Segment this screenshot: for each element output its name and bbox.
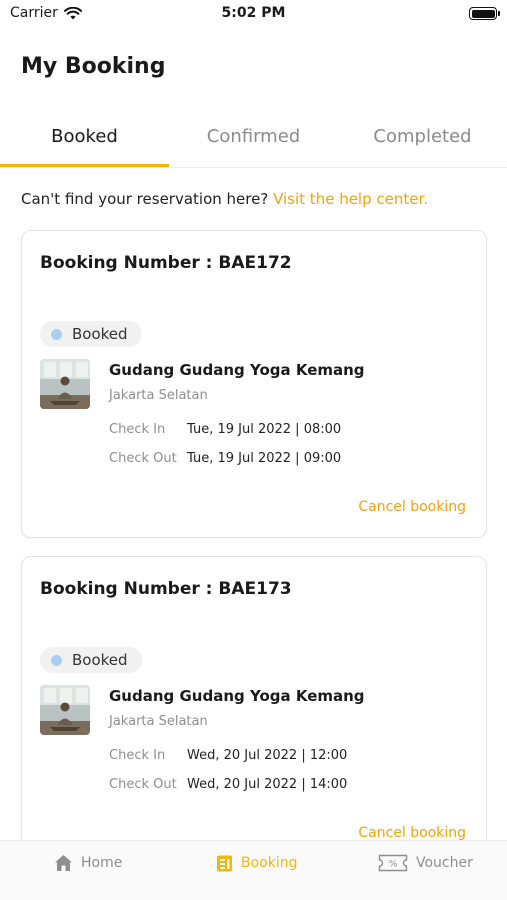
- check-in-label: Check In: [109, 748, 166, 763]
- booking-card: Booking Number : BAE173 Booked Gudang Gu…: [21, 556, 487, 840]
- tab-completed[interactable]: Completed: [338, 112, 507, 168]
- svg-text:%: %: [389, 860, 398, 870]
- cancel-booking-button[interactable]: Cancel booking: [358, 825, 466, 840]
- tabbar-home-label: Home: [81, 855, 123, 871]
- status-time: 5:02 PM: [221, 5, 286, 21]
- page-title: My Booking: [21, 54, 166, 79]
- help-center-link[interactable]: Visit the help center.: [273, 190, 428, 208]
- tab-confirmed[interactable]: Confirmed: [169, 112, 338, 168]
- tabbar-voucher-label: Voucher: [416, 855, 473, 871]
- check-in-value: Wed, 20 Jul 2022 | 12:00: [187, 748, 348, 763]
- status-label: Booked: [72, 651, 128, 669]
- status-dot-icon: [51, 654, 62, 666]
- booking-card: Booking Number : BAE172 Booked Gudang Gu…: [21, 230, 487, 538]
- check-out-value: Wed, 20 Jul 2022 | 14:00: [187, 777, 348, 792]
- help-text: Can't find your reservation here?: [21, 190, 269, 208]
- tabbar-home[interactable]: Home: [54, 851, 122, 875]
- status-bar: Carrier 5:02 PM: [0, 0, 507, 30]
- tabbar-voucher[interactable]: % Voucher: [378, 851, 473, 875]
- check-in-value: Tue, 19 Jul 2022 | 08:00: [187, 422, 342, 437]
- check-in-label: Check In: [109, 422, 166, 437]
- help-line: Can't find your reservation here? Visit …: [21, 190, 428, 208]
- status-label: Booked: [72, 325, 128, 343]
- venue-name: Gudang Gudang Yoga Kemang: [109, 687, 365, 705]
- voucher-icon: %: [378, 854, 408, 872]
- battery-icon: [469, 7, 500, 20]
- check-out-label: Check Out: [109, 451, 177, 466]
- venue-thumbnail: [40, 359, 90, 409]
- venue-city: Jakarta Selatan: [109, 714, 208, 729]
- status-badge: Booked: [40, 647, 142, 673]
- venue-thumbnail: [40, 685, 90, 735]
- tabbar-booking-label: Booking: [241, 855, 298, 871]
- booking-icon: [217, 855, 232, 871]
- booking-number: Booking Number : BAE172: [40, 253, 292, 273]
- booking-tabs: Booked Confirmed Completed: [0, 112, 507, 170]
- bottom-tab-bar: Home Booking % Voucher: [0, 840, 507, 900]
- booking-number: Booking Number : BAE173: [40, 579, 292, 599]
- cancel-booking-button[interactable]: Cancel booking: [358, 499, 466, 515]
- check-out-label: Check Out: [109, 777, 177, 792]
- check-out-value: Tue, 19 Jul 2022 | 09:00: [187, 451, 342, 466]
- tab-booked[interactable]: Booked: [0, 112, 169, 168]
- venue-name: Gudang Gudang Yoga Kemang: [109, 361, 365, 379]
- tabs-divider: [0, 167, 507, 168]
- status-dot-icon: [51, 328, 62, 340]
- tabbar-booking[interactable]: Booking: [216, 851, 298, 875]
- active-tab-indicator: [0, 164, 169, 167]
- status-badge: Booked: [40, 321, 142, 347]
- venue-city: Jakarta Selatan: [109, 388, 208, 403]
- home-icon: [55, 855, 72, 871]
- booking-list[interactable]: Booking Number : BAE172 Booked Gudang Gu…: [0, 230, 507, 840]
